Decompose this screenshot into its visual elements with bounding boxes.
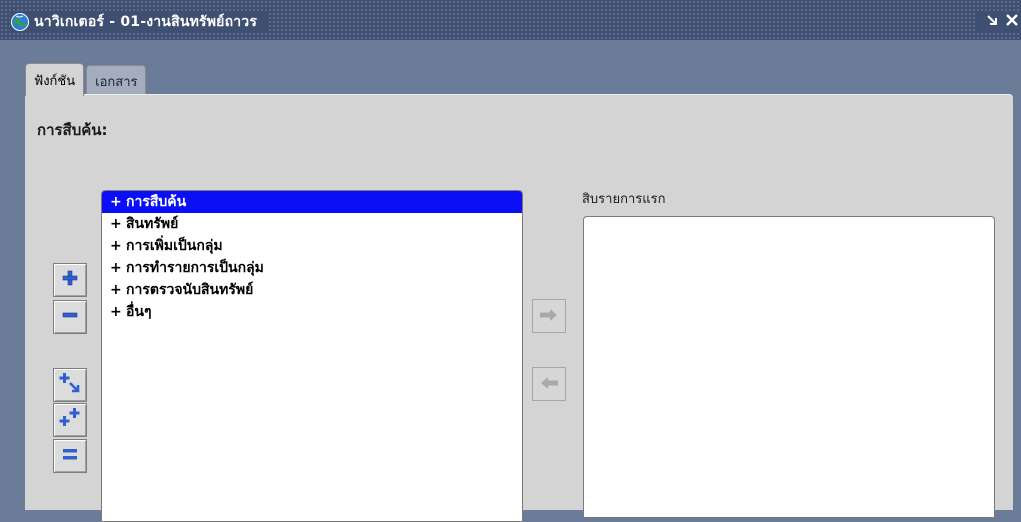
add-right-arrow-icon — [539, 307, 559, 326]
tree-item-label: การทำรายการเป็นกลุ่ม — [126, 260, 264, 276]
top-ten-list-label: สิบรายการแรก — [582, 192, 666, 207]
expand-branch-button[interactable] — [53, 368, 87, 402]
remove-left-arrow-icon — [539, 375, 559, 394]
window-title: นาวิเกเตอร์ - 01-งานสินทรัพย์ถาวร — [34, 14, 258, 30]
tree-item[interactable]: + การทำรายการเป็นกลุ่ม — [102, 257, 522, 279]
close-icon[interactable] — [1005, 12, 1019, 32]
tree-item-label: อื่นๆ — [126, 304, 152, 320]
window-controls — [977, 12, 1021, 32]
title-bar: นาวิเกเตอร์ - 01-งานสินทรัพย์ถาวร — [0, 0, 1021, 40]
remove-from-list-button[interactable] — [532, 367, 566, 401]
title-group: นาวิเกเตอร์ - 01-งานสินทรัพย์ถาวร — [10, 12, 268, 32]
tree-item-label: การเพิ่มเป็นกลุ่ม — [126, 238, 223, 254]
tab-functions[interactable]: ฟังก์ชัน — [25, 63, 85, 96]
tree-item[interactable]: + สินทรัพย์ — [102, 213, 522, 235]
tree-item[interactable]: + อื่นๆ — [102, 301, 522, 323]
tab-strip: ฟังก์ชัน เอกสาร — [25, 63, 148, 96]
minimize-icon[interactable] — [985, 12, 999, 32]
navigator-tree[interactable]: + การสืบค้น + สินทรัพย์ + การเพิ่มเป็นกลุ่ม… — [101, 190, 523, 522]
tree-item-label: สินทรัพย์ — [126, 216, 179, 232]
collapse-all-button[interactable] — [53, 439, 87, 473]
section-label: การสืบค้น: — [37, 121, 108, 139]
expand-all-button[interactable] — [53, 403, 87, 437]
collapse-button[interactable] — [53, 300, 87, 334]
top-ten-list[interactable] — [583, 216, 995, 518]
navigator-globe-icon — [10, 12, 30, 32]
tree-item[interactable]: + การเพิ่มเป็นกลุ่ม — [102, 235, 522, 257]
expand-button[interactable] — [53, 263, 87, 297]
main-panel: การสืบค้น: + การสืบค้น + สินทรัพย์ + การ… — [25, 94, 1013, 522]
tree-item[interactable]: + การตรวจนับสินทรัพย์ — [102, 279, 522, 301]
tree-item[interactable]: + การสืบค้น — [102, 191, 522, 213]
tree-item-label: การสืบค้น — [126, 194, 187, 210]
add-to-list-button[interactable] — [532, 299, 566, 333]
expand-branch-icon — [59, 372, 81, 398]
collapse-minus-icon — [61, 306, 79, 328]
tab-documents[interactable]: เอกสาร — [86, 65, 147, 96]
collapse-all-icon — [61, 445, 79, 467]
expand-all-icon — [59, 407, 81, 433]
expand-plus-icon — [61, 269, 79, 291]
tree-item-label: การตรวจนับสินทรัพย์ — [126, 282, 254, 298]
